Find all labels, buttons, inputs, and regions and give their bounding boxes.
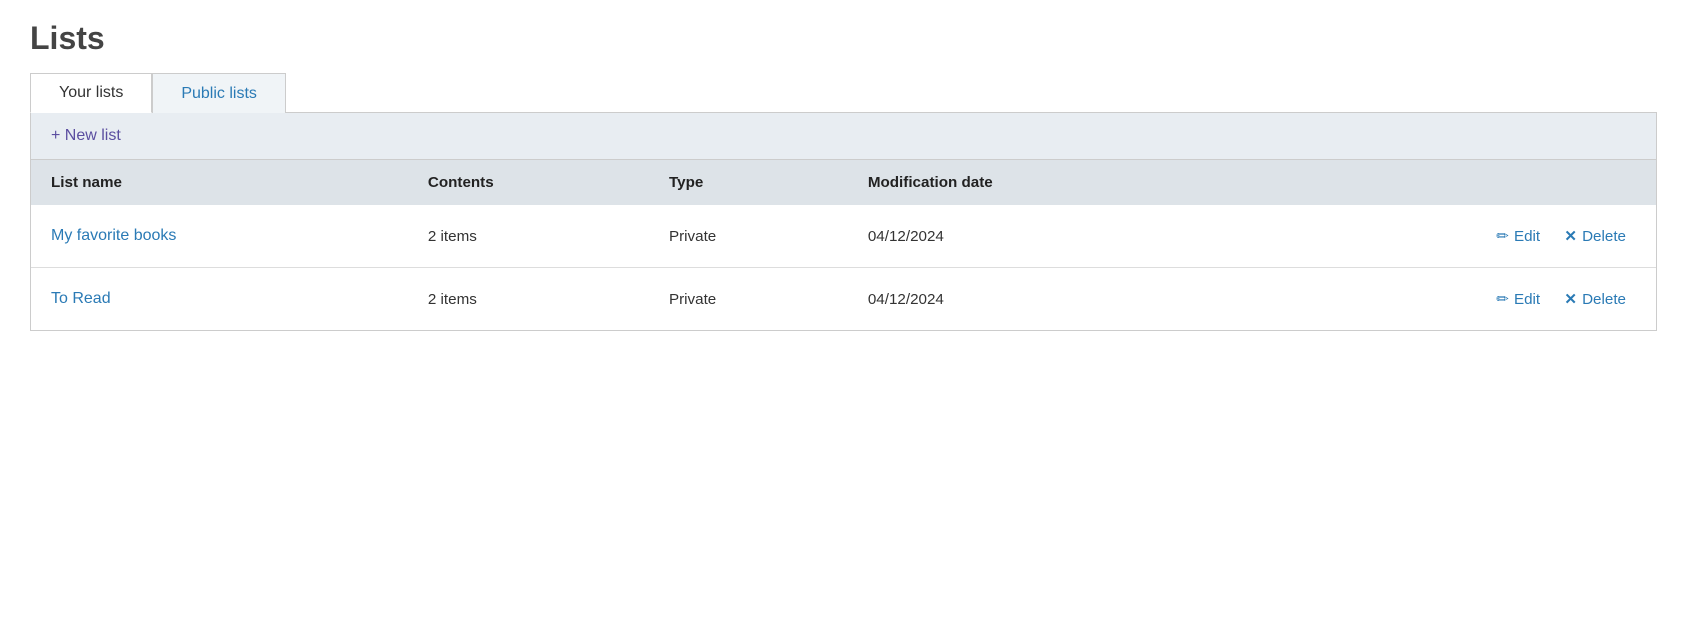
delete-button-1[interactable]: ✕ Delete bbox=[1554, 286, 1636, 312]
tab-public-lists[interactable]: Public lists bbox=[152, 73, 286, 113]
page-title: Lists bbox=[30, 20, 1657, 57]
list-name-link-1[interactable]: To Read bbox=[51, 290, 111, 307]
col-header-contents: Contents bbox=[408, 160, 649, 205]
table-row: To Read 2 items Private 04/12/2024 ✏ Edi… bbox=[31, 268, 1656, 331]
tab-your-lists[interactable]: Your lists bbox=[30, 73, 152, 113]
new-list-button[interactable]: + New list bbox=[51, 127, 121, 145]
toolbar: + New list bbox=[31, 113, 1656, 160]
delete-label-1: Delete bbox=[1582, 291, 1626, 308]
list-contents-0: 2 items bbox=[408, 205, 649, 268]
tab-content-your-lists: + New list List name Contents Type Modif… bbox=[30, 113, 1657, 331]
list-type-0: Private bbox=[649, 205, 848, 268]
col-header-type: Type bbox=[649, 160, 848, 205]
list-type-1: Private bbox=[649, 268, 848, 331]
delete-button-0[interactable]: ✕ Delete bbox=[1554, 223, 1636, 249]
delete-label-0: Delete bbox=[1582, 228, 1626, 245]
lists-table: List name Contents Type Modification dat… bbox=[31, 160, 1656, 330]
cross-icon: ✕ bbox=[1564, 290, 1577, 308]
tab-bar: Your lists Public lists bbox=[30, 73, 1657, 113]
list-modification-date-1: 04/12/2024 bbox=[848, 268, 1224, 331]
pencil-icon: ✏ bbox=[1496, 290, 1509, 308]
table-body: My favorite books 2 items Private 04/12/… bbox=[31, 205, 1656, 330]
edit-button-0[interactable]: ✏ Edit bbox=[1486, 223, 1550, 249]
edit-label-1: Edit bbox=[1514, 291, 1540, 308]
edit-button-1[interactable]: ✏ Edit bbox=[1486, 286, 1550, 312]
list-modification-date-0: 04/12/2024 bbox=[848, 205, 1224, 268]
col-header-actions bbox=[1224, 160, 1656, 205]
table-row: My favorite books 2 items Private 04/12/… bbox=[31, 205, 1656, 268]
col-header-modification-date: Modification date bbox=[848, 160, 1224, 205]
list-contents-1: 2 items bbox=[408, 268, 649, 331]
edit-label-0: Edit bbox=[1514, 228, 1540, 245]
cross-icon: ✕ bbox=[1564, 227, 1577, 245]
list-name-link-0[interactable]: My favorite books bbox=[51, 227, 176, 244]
table-header: List name Contents Type Modification dat… bbox=[31, 160, 1656, 205]
col-header-list-name: List name bbox=[31, 160, 408, 205]
pencil-icon: ✏ bbox=[1496, 227, 1509, 245]
